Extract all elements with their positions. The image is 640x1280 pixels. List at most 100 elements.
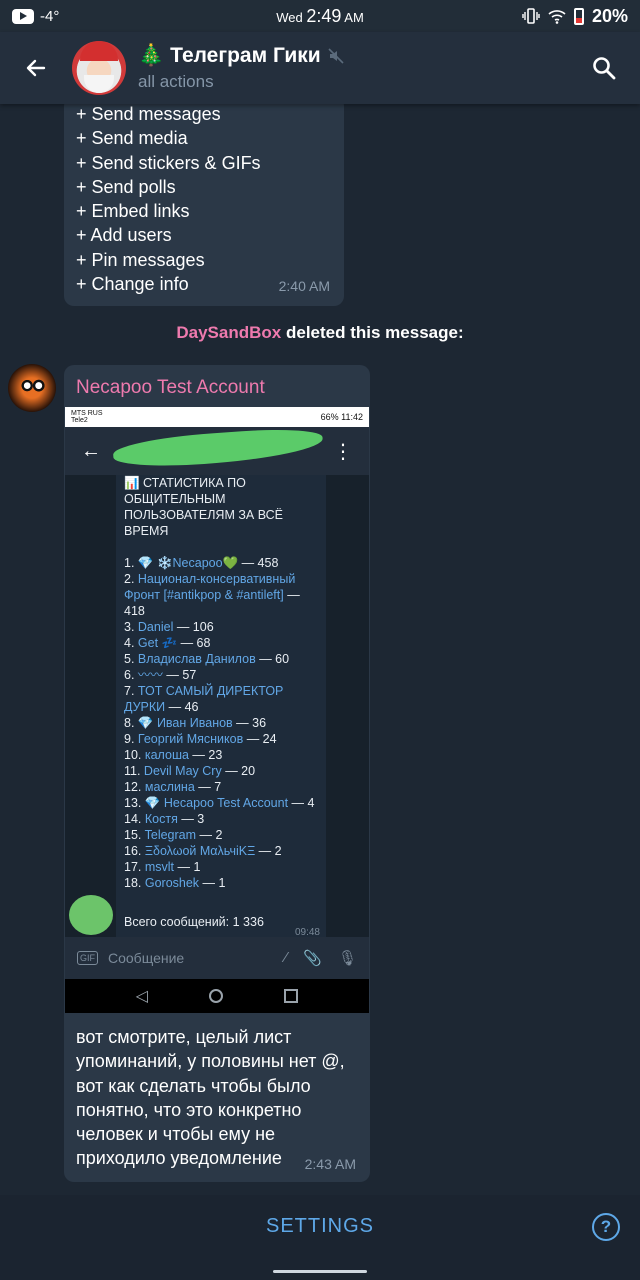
stats-entry: 12. маслина — 7 xyxy=(124,779,318,795)
stats-rank: 13. xyxy=(124,796,145,810)
search-button[interactable] xyxy=(568,32,640,104)
attached-screenshot[interactable]: MTS RUS Tele2 66% 11:42 ← ⋮ 📊 СТАТИСТИКА… xyxy=(65,407,369,1013)
stats-entry: 2. Национал-консервативный Фронт [#antik… xyxy=(124,571,318,619)
stats-count: — 20 xyxy=(221,764,256,778)
stats-rank: 10. xyxy=(124,748,145,762)
stats-entry: 18. Goroshek — 1 xyxy=(124,875,318,891)
stats-count: — 458 xyxy=(238,556,279,570)
stats-title: 📊 СТАТИСТИКА ПО ОБЩИТЕЛЬНЫМ ПОЛЬЗОВАТЕЛЯ… xyxy=(124,476,283,538)
battery-level: 20% xyxy=(591,5,628,26)
message-text: вот смотрите, целый лист упоминаний, у п… xyxy=(76,1027,345,1169)
nav-home-icon xyxy=(209,989,224,1003)
stats-rank: 15. xyxy=(124,828,145,842)
mic-icon: 🎙 xyxy=(337,950,357,967)
stats-count: — 1 xyxy=(199,876,226,890)
stats-rank: 14. xyxy=(124,812,145,826)
group-avatar[interactable] xyxy=(72,41,126,95)
screenshot-nav-bar: ◁ xyxy=(65,979,369,1013)
stats-rank: 3. xyxy=(124,620,138,634)
stats-user-link[interactable]: калоша xyxy=(145,748,189,762)
message-time: 2:43 AM xyxy=(304,1156,356,1172)
stats-user-link[interactable]: Ξδολωοй ΜαλьчiΚΞ xyxy=(145,844,255,858)
stats-entry: 4. Get 💤 — 68 xyxy=(124,635,318,651)
perm-item: + Send polls xyxy=(76,176,176,197)
screenshot-input-bar: GIF Сообщение ⁄ 📎 🎙 xyxy=(65,937,369,979)
stats-entry: 7. ТОТ САМЫЙ ДИРЕКТОР ДУРКИ — 46 xyxy=(124,683,318,715)
stats-entry: 10. калоша — 23 xyxy=(124,747,318,763)
stats-count: — 23 xyxy=(188,748,223,762)
stats-rank: 7. xyxy=(124,684,138,698)
settings-button[interactable]: SETTINGS xyxy=(0,1215,640,1238)
stats-count: — 68 xyxy=(177,636,211,650)
stats-count: — 3 xyxy=(177,812,205,826)
back-arrow-icon xyxy=(26,59,46,77)
stats-user-link[interactable]: Национал-консервативный Фронт [#antikpop… xyxy=(124,572,295,602)
stats-user-link[interactable]: ТОТ САМЫЙ ДИРЕКТОР ДУРКИ xyxy=(124,684,283,714)
chat-title-area[interactable]: 🎄 Телеграм Гики all actions xyxy=(138,44,568,92)
stats-user-link[interactable]: Goroshek xyxy=(145,876,199,890)
stats-entry: 6. 〰〰 — 57 xyxy=(124,667,318,683)
stats-user-link[interactable]: Daniel xyxy=(138,620,173,634)
stats-rank: 9. xyxy=(124,732,138,746)
stats-count: — 2 xyxy=(196,828,223,842)
perm-item: + Send media xyxy=(76,128,188,149)
stats-count: — 46 xyxy=(165,700,199,714)
permissions-message[interactable]: + Send messages + Send media + Send stic… xyxy=(64,96,344,306)
stats-rank: 6. xyxy=(124,668,138,682)
perm-item: + Send messages xyxy=(76,104,221,124)
stats-count: — 36 xyxy=(232,716,267,730)
stats-entry: 5. Владислав Данилов — 60 xyxy=(124,651,318,667)
stats-user-link[interactable]: маслина xyxy=(145,780,195,794)
stats-user-link[interactable]: Георгий Мясников xyxy=(138,732,243,746)
search-icon xyxy=(593,57,616,80)
stats-count: — 57 xyxy=(162,668,197,682)
stats-count: — 60 xyxy=(255,652,290,666)
muted-icon xyxy=(328,48,344,64)
stats-card: 📊 СТАТИСТИКА ПО ОБЩИТЕЛЬНЫМ ПОЛЬЗОВАТЕЛЯ… xyxy=(116,475,326,979)
stats-entry: 3. Daniel — 106 xyxy=(124,619,318,635)
stats-user-link[interactable]: Get 💤 xyxy=(138,636,177,650)
wifi-icon xyxy=(548,10,566,24)
stats-user-link[interactable]: Владислав Данилов xyxy=(138,652,256,666)
stats-entry: 15. Telegram — 2 xyxy=(124,827,318,843)
help-icon[interactable]: ? xyxy=(592,1213,620,1241)
stats-entry: 9. Георгий Мясников — 24 xyxy=(124,731,318,747)
chat-title: 🎄 Телеграм Гики xyxy=(138,44,568,68)
stats-entry: 14. Костя — 3 xyxy=(124,811,318,827)
stats-user-link[interactable]: msvlt xyxy=(145,860,174,874)
stats-user-link[interactable]: 💎 Иван Иванов xyxy=(138,716,233,730)
stats-rank: 2. xyxy=(124,572,138,586)
back-button[interactable] xyxy=(0,32,72,104)
stats-entry: 16. Ξδολωοй ΜαλьчiΚΞ — 2 xyxy=(124,843,318,859)
temperature: -4° xyxy=(40,7,60,25)
sender-name[interactable]: Necapoo Test Account xyxy=(76,377,265,399)
stats-count: — 4 xyxy=(288,796,315,810)
service-actor[interactable]: DaySandBox xyxy=(176,323,281,342)
stats-user-link[interactable]: Telegram xyxy=(145,828,196,842)
stats-rank: 17. xyxy=(124,860,145,874)
service-message: DaySandBox deleted this message: xyxy=(0,323,640,343)
bottom-bar: SETTINGS ? xyxy=(0,1195,640,1280)
nav-back-icon: ◁ xyxy=(135,988,148,1005)
deleted-message[interactable]: Necapoo Test Account MTS RUS Tele2 66% 1… xyxy=(64,365,370,1182)
stats-user-link[interactable]: 💎 ❄️Necapoo💚 xyxy=(138,556,238,570)
clock: Wed 2:49 AM xyxy=(276,5,364,26)
stats-entry: 11. Devil May Cry — 20 xyxy=(124,763,318,779)
perm-item: + Embed links xyxy=(76,201,190,222)
perm-item: + Send stickers & GIFs xyxy=(76,152,261,173)
stats-total: Всего сообщений: 1 336 xyxy=(124,915,264,929)
stats-user-link[interactable]: 〰〰 xyxy=(138,668,163,682)
stats-user-link[interactable]: Devil May Cry xyxy=(144,764,222,778)
nav-recents-icon xyxy=(284,989,299,1003)
sender-avatar[interactable] xyxy=(8,364,56,412)
stats-count: — 7 xyxy=(194,780,222,794)
perm-item: + Pin messages xyxy=(76,249,205,270)
screenshot-back-icon: ← xyxy=(81,439,101,462)
screenshot-menu-icon: ⋮ xyxy=(333,440,353,463)
stats-count: — 106 xyxy=(173,620,214,634)
stats-list: 1. 💎 ❄️Necapoo💚 — 458 2. Национал-консер… xyxy=(124,555,318,891)
screenshot-status-bar: MTS RUS Tele2 66% 11:42 xyxy=(65,407,369,427)
tree-emoji: 🎄 xyxy=(138,44,165,67)
stats-user-link[interactable]: Костя xyxy=(145,812,178,826)
stats-user-link[interactable]: 💎 Hecapoo Test Account xyxy=(145,796,288,810)
